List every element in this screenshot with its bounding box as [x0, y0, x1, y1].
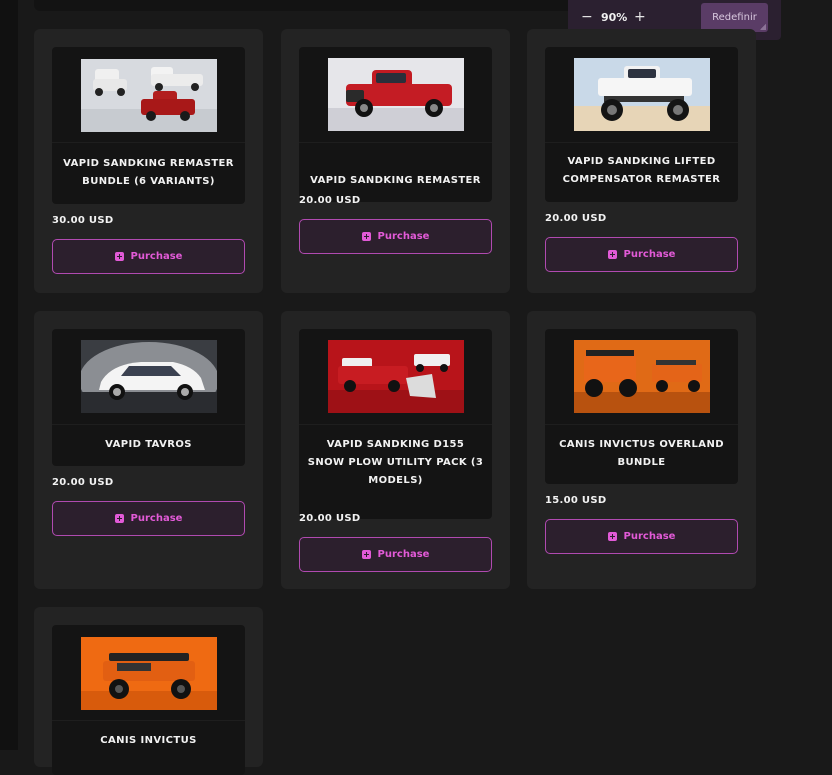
product-image [574, 58, 710, 131]
product-thumbnail[interactable]: VAPID SANDKING D155 SNOW PLOW UTILITY PA… [299, 329, 492, 519]
product-card: VAPID TAVROS 20.00 USD Purchase [34, 311, 263, 589]
product-image [81, 637, 217, 710]
thumbnail-divider [52, 142, 245, 143]
zoom-level: 90% [601, 11, 628, 24]
product-thumbnail[interactable]: VAPID SANDKING LIFTED COMPENSATOR REMAST… [545, 47, 738, 202]
product-image [81, 59, 217, 132]
thumbnail-divider [545, 424, 738, 425]
product-thumbnail[interactable]: CANIS INVICTUS [52, 625, 245, 775]
product-card: VAPID SANDKING REMASTER 20.00 USD Purcha… [281, 29, 510, 293]
purchase-label: Purchase [623, 249, 676, 260]
product-card: VAPID SANDKING D155 SNOW PLOW UTILITY PA… [281, 311, 510, 589]
product-price: 30.00 USD [52, 215, 114, 226]
plus-square-icon [114, 514, 124, 523]
purchase-button[interactable]: Purchase [52, 501, 245, 536]
product-image [328, 340, 464, 413]
purchase-label: Purchase [377, 231, 430, 242]
page-left-gutter [0, 0, 18, 750]
product-title: VAPID SANDKING REMASTER BUNDLE (6 VARIAN… [63, 158, 234, 187]
product-card: CANIS INVICTUS OVERLAND BUNDLE 15.00 USD… [527, 311, 756, 589]
product-card: CANIS INVICTUS [34, 607, 263, 775]
purchase-button[interactable]: Purchase [545, 519, 738, 554]
purchase-button[interactable]: Purchase [545, 237, 738, 272]
product-title: VAPID SANDKING LIFTED COMPENSATOR REMAST… [562, 156, 721, 185]
product-card: VAPID SANDKING LIFTED COMPENSATOR REMAST… [527, 29, 756, 293]
product-price: 20.00 USD [299, 513, 361, 524]
product-title: VAPID TAVROS [105, 439, 192, 450]
purchase-label: Purchase [130, 513, 183, 524]
purchase-button[interactable]: Purchase [299, 537, 492, 572]
product-image [81, 340, 217, 413]
product-image [328, 58, 464, 131]
thumbnail-divider [52, 720, 245, 721]
plus-square-icon [361, 232, 371, 241]
purchase-label: Purchase [130, 251, 183, 262]
product-title: CANIS INVICTUS [100, 735, 197, 746]
product-image [574, 340, 710, 413]
plus-square-icon [607, 532, 617, 541]
purchase-label: Purchase [623, 531, 676, 542]
plus-square-icon [114, 252, 124, 261]
purchase-button[interactable]: Purchase [299, 219, 492, 254]
zoom-in-button[interactable]: + [634, 9, 646, 25]
product-price: 20.00 USD [545, 213, 607, 224]
thumbnail-divider [52, 424, 245, 425]
product-title: VAPID SANDKING D155 SNOW PLOW UTILITY PA… [307, 439, 484, 486]
product-thumbnail[interactable]: VAPID SANDKING REMASTER [299, 47, 492, 202]
product-title: CANIS INVICTUS OVERLAND BUNDLE [559, 439, 724, 468]
purchase-button[interactable]: Purchase [52, 239, 245, 274]
purchase-label: Purchase [377, 549, 430, 560]
thumbnail-divider [299, 142, 492, 143]
product-card: VAPID SANDKING REMASTER BUNDLE (6 VARIAN… [34, 29, 263, 293]
thumbnail-divider [545, 142, 738, 143]
product-price: 20.00 USD [52, 477, 114, 488]
product-thumbnail[interactable]: VAPID SANDKING REMASTER BUNDLE (6 VARIAN… [52, 47, 245, 204]
plus-square-icon [361, 550, 371, 559]
reset-zoom-button[interactable]: Redefinir [701, 3, 768, 32]
plus-square-icon [607, 250, 617, 259]
product-price: 20.00 USD [299, 195, 361, 206]
product-thumbnail[interactable]: VAPID TAVROS [52, 329, 245, 466]
product-price: 15.00 USD [545, 495, 607, 506]
zoom-out-button[interactable]: − [581, 9, 593, 25]
product-thumbnail[interactable]: CANIS INVICTUS OVERLAND BUNDLE [545, 329, 738, 484]
thumbnail-divider [299, 424, 492, 425]
product-title: VAPID SANDKING REMASTER [310, 175, 481, 186]
